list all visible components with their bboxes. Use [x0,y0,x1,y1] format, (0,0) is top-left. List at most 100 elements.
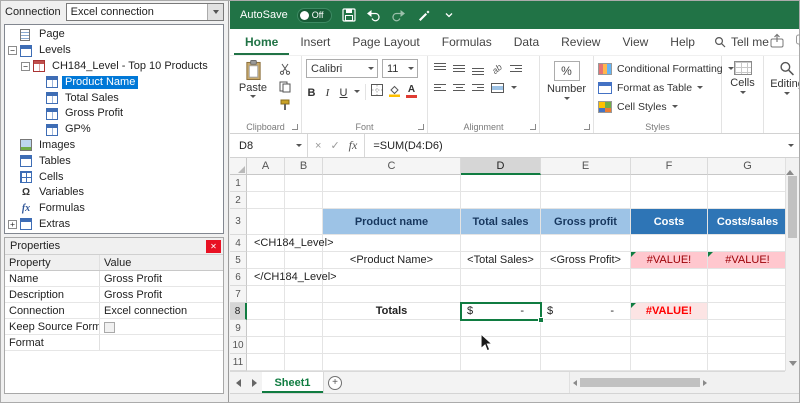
tree-item-formulas[interactable]: fxFormulas [5,201,223,217]
cell-G2[interactable] [708,192,785,209]
comments-icon[interactable] [795,33,800,51]
name-box[interactable]: D8 [230,134,308,157]
cell-F5[interactable]: #VALUE! [631,252,708,269]
tab-review[interactable]: Review [550,29,611,55]
tab-data[interactable]: Data [503,29,550,55]
connection-dropdown-icon[interactable] [207,4,223,20]
sheet-nav-left-icon[interactable] [230,372,246,393]
row-header-2[interactable]: 2 [230,192,247,209]
cell-F9[interactable] [631,320,708,337]
cell-A4[interactable]: <CH184_Level> [247,235,285,252]
cell-F3[interactable]: Costs [631,209,708,235]
cell-D3[interactable]: Total sales [461,209,541,235]
quick-access-chevron-icon[interactable] [441,7,457,23]
tree-item-levels[interactable]: −Levels [5,43,223,59]
cell-A9[interactable] [247,320,285,337]
collapse-icon[interactable]: − [21,62,30,71]
row-header-11[interactable]: 11 [230,354,247,371]
cell-G11[interactable] [708,354,785,371]
scroll-right-icon[interactable] [703,380,707,386]
align-left-icon[interactable] [434,82,446,94]
cell-B5[interactable] [285,252,323,269]
format-as-table-button[interactable]: Format as Table [598,78,717,97]
tell-me-button[interactable]: Tell me [714,35,769,49]
cell-C11[interactable] [323,354,461,371]
property-value[interactable]: Gross Profit [100,271,223,286]
tab-view[interactable]: View [611,29,659,55]
italic-button[interactable]: I [322,84,333,100]
orientation-icon[interactable]: ab [489,61,505,76]
tab-formulas[interactable]: Formulas [431,29,503,55]
cell-D2[interactable] [461,192,541,209]
cell-E2[interactable] [541,192,631,209]
borders-button[interactable] [371,84,383,99]
cell-D1[interactable] [461,175,541,192]
cell-D6[interactable] [461,269,541,286]
tree-item-variables[interactable]: ΩVariables [5,185,223,201]
cell-D8[interactable]: $- [461,303,541,320]
property-value[interactable] [100,335,223,350]
cell-B10[interactable] [285,337,323,354]
align-center-icon[interactable] [453,82,465,94]
paste-button[interactable]: Paste [234,59,272,112]
cell-A7[interactable] [247,286,285,303]
font-name-select[interactable]: Calibri [306,59,378,78]
tree-item-images[interactable]: Images [5,138,223,154]
cell-F11[interactable] [631,354,708,371]
cells-button[interactable]: Cells [725,59,759,96]
cell-C8[interactable]: Totals [323,303,461,320]
cell-C7[interactable] [323,286,461,303]
redo-icon[interactable] [391,7,407,23]
cell-B1[interactable] [285,175,323,192]
tab-home[interactable]: Home [234,29,289,55]
cell-A11[interactable] [247,354,285,371]
merge-center-icon[interactable] [491,83,504,93]
keep-source-formats-checkbox[interactable] [104,322,115,333]
row-header-9[interactable]: 9 [230,320,247,337]
scroll-left-icon[interactable] [573,380,577,386]
tab-help[interactable]: Help [659,29,706,55]
cell-C3[interactable]: Product name [323,209,461,235]
cell-F8[interactable]: #VALUE! [631,303,708,320]
close-icon[interactable]: ✕ [206,240,221,253]
cell-G8[interactable] [708,303,785,320]
cell-B2[interactable] [285,192,323,209]
cell-B3[interactable] [285,209,323,235]
cell-E10[interactable] [541,337,631,354]
cell-E3[interactable]: Gross profit [541,209,631,235]
cell-C5[interactable]: <Product Name> [323,252,461,269]
column-header-A[interactable]: A [247,158,285,175]
conditional-formatting-button[interactable]: Conditional Formatting [598,59,717,78]
cell-G7[interactable] [708,286,785,303]
cell-B7[interactable] [285,286,323,303]
property-value[interactable]: Gross Profit [100,287,223,302]
pen-icon[interactable] [416,7,432,23]
cell-C6[interactable] [323,269,461,286]
scroll-down-icon[interactable] [789,361,797,366]
tree-item-ch184-level-top-10-products[interactable]: −CH184_Level - Top 10 Products [5,59,223,75]
cell-E4[interactable] [541,235,631,252]
tree-item-product-name[interactable]: Product Name [5,74,223,90]
cell-G5[interactable]: #VALUE! [708,252,785,269]
tree-item-total-sales[interactable]: Total Sales [5,90,223,106]
row-header-7[interactable]: 7 [230,286,247,303]
cell-E11[interactable] [541,354,631,371]
format-painter-button[interactable] [276,97,294,112]
tree-item-gross-profit[interactable]: Gross Profit [5,106,223,122]
fill-color-button[interactable] [388,84,401,100]
cell-E1[interactable] [541,175,631,192]
font-size-select[interactable]: 11 [382,59,418,78]
align-right-icon[interactable] [472,82,484,94]
tree-item-tables[interactable]: Tables [5,153,223,169]
cell-styles-button[interactable]: Cell Styles [598,97,717,116]
cell-G4[interactable] [708,235,785,252]
cell-G3[interactable]: Costs/sales [708,209,785,235]
cell-C1[interactable] [323,175,461,192]
cell-C9[interactable] [323,320,461,337]
wrap-text-icon[interactable] [510,63,522,75]
cell-B8[interactable] [285,303,323,320]
tree-item-gp[interactable]: GP% [5,122,223,138]
column-header-B[interactable]: B [285,158,323,175]
align-middle-icon[interactable] [453,63,465,75]
sheet-tab-sheet1[interactable]: Sheet1 [262,372,324,393]
